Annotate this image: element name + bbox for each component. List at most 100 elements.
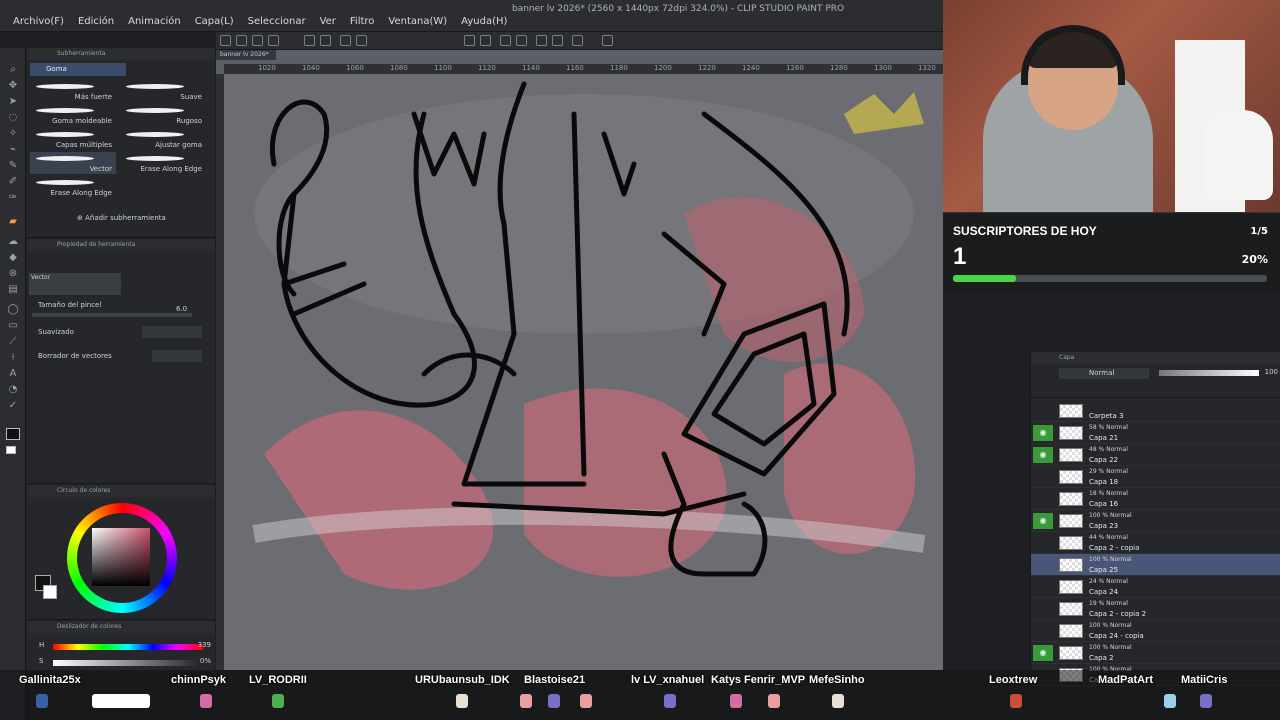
undo-icon[interactable]: [304, 35, 315, 46]
layer-row[interactable]: ◉ 100 % Normal Capa 23: [1031, 510, 1280, 532]
grid-view-icon[interactable]: [552, 35, 563, 46]
brush-item[interactable]: Suave: [120, 80, 206, 102]
subtool-group-tab[interactable]: Goma: [30, 63, 126, 76]
layer-row[interactable]: ◉ 58 % Normal Capa 21: [1031, 422, 1280, 444]
visibility-eye-icon[interactable]: ◉: [1033, 557, 1053, 573]
ruler-view-icon[interactable]: [572, 35, 583, 46]
correct-line-tool-icon[interactable]: ✓: [6, 400, 20, 412]
visibility-eye-icon[interactable]: ◉: [1033, 513, 1053, 529]
menu-seleccionar[interactable]: Seleccionar: [241, 16, 313, 27]
vector-eraser-row[interactable]: Borrador de vectores: [30, 350, 208, 362]
visibility-eye-icon[interactable]: ◉: [1033, 645, 1053, 661]
pen-tool-icon[interactable]: ✎: [6, 160, 20, 172]
fill-tool-icon[interactable]: ◆: [6, 252, 20, 264]
balloon-tool-icon[interactable]: ◔: [6, 384, 20, 396]
visibility-eye-icon[interactable]: ◉: [1033, 601, 1053, 617]
layer-row[interactable]: ◉ 29 % Normal Capa 18: [1031, 466, 1280, 488]
sub-color-icon[interactable]: [6, 446, 16, 454]
menu-capa[interactable]: Capa(L): [188, 16, 241, 27]
vector-eraser-options[interactable]: [152, 350, 202, 362]
export-icon[interactable]: [268, 35, 279, 46]
gradient-tool-icon[interactable]: ▤: [6, 284, 20, 296]
main-color-icon[interactable]: [6, 428, 20, 440]
brush-tool-icon[interactable]: ✑: [6, 192, 20, 204]
palette-icon[interactable]: [602, 35, 613, 46]
visibility-eye-icon[interactable]: ◉: [1033, 447, 1053, 463]
snap-grid-icon[interactable]: [480, 35, 491, 46]
blend-tool-icon[interactable]: ☁: [6, 236, 20, 248]
layer-row[interactable]: ◉ 19 % Normal Capa 2 - copia 2: [1031, 598, 1280, 620]
ruler-edit-icon[interactable]: ⟊: [6, 352, 20, 364]
menu-ver[interactable]: Ver: [313, 16, 343, 27]
smoothing-row[interactable]: Suavizado: [30, 326, 208, 338]
open-file-icon[interactable]: [236, 35, 247, 46]
layer-opacity-value[interactable]: 100: [1265, 368, 1278, 376]
text-tool-icon[interactable]: A: [6, 368, 20, 380]
brush-item[interactable]: Erase Along Edge: [30, 176, 116, 198]
layer-row[interactable]: ◉ 24 % Normal Capa 24: [1031, 576, 1280, 598]
smoothing-selector[interactable]: [142, 326, 202, 338]
frame-tool-icon[interactable]: ▭: [6, 320, 20, 332]
brush-size-value[interactable]: 6.0: [176, 305, 187, 313]
menu-filtro[interactable]: Filtro: [343, 16, 382, 27]
brush-item[interactable]: Erase Along Edge: [120, 152, 206, 174]
menu-ayuda[interactable]: Ayuda(H): [454, 16, 514, 27]
snap-ruler-icon[interactable]: [464, 35, 475, 46]
stamp-tool-icon[interactable]: ⊛: [6, 268, 20, 280]
background-color[interactable]: [43, 585, 57, 599]
lasso-tool-icon[interactable]: ◌: [6, 112, 20, 124]
visibility-eye-icon[interactable]: ◉: [1033, 403, 1053, 419]
artwork[interactable]: [224, 74, 943, 670]
layer-row[interactable]: ◉ 100 % Normal Capa 2: [1031, 642, 1280, 664]
menu-ventana[interactable]: Ventana(W): [381, 16, 454, 27]
brush-item[interactable]: Capas múltiples: [30, 128, 116, 150]
move-tool-icon[interactable]: ✥: [6, 80, 20, 92]
hue-value[interactable]: 339: [198, 641, 211, 649]
saturation-value[interactable]: 0%: [200, 657, 211, 665]
visibility-eye-icon[interactable]: ◉: [1033, 469, 1053, 485]
brush-item[interactable]: Más fuerte: [30, 80, 116, 102]
eraser-tool-icon[interactable]: ▰: [6, 216, 20, 228]
layer-row[interactable]: ◉ 100 % Normal Capa 24 - copia: [1031, 620, 1280, 642]
visibility-eye-icon[interactable]: ◉: [1033, 425, 1053, 441]
crop-icon[interactable]: [356, 35, 367, 46]
brush-item[interactable]: Ajustar goma: [120, 128, 206, 150]
brush-size-row[interactable]: Tamaño del pincel 6.0: [30, 301, 208, 317]
canvas-area[interactable]: banner lv 2026* 1020 1040 1060 1080 1100…: [216, 50, 943, 670]
visibility-eye-icon[interactable]: ◉: [1033, 579, 1053, 595]
ruler-tool-icon[interactable]: ⟋: [6, 336, 20, 348]
eyedropper-tool-icon[interactable]: ⌁: [6, 144, 20, 156]
layer-opacity-slider[interactable]: [1159, 370, 1259, 376]
figure-tool-icon[interactable]: ◯: [6, 304, 20, 316]
zoom-tool-icon[interactable]: ⌕: [6, 64, 20, 76]
hue-slider[interactable]: [53, 644, 203, 650]
flip-icon[interactable]: [500, 35, 511, 46]
visibility-eye-icon[interactable]: ◉: [1033, 535, 1053, 551]
menu-animacion[interactable]: Animación: [121, 16, 188, 27]
wand-tool-icon[interactable]: ✧: [6, 128, 20, 140]
save-icon[interactable]: [252, 35, 263, 46]
brush-size-slider[interactable]: [32, 313, 192, 317]
blend-mode-select[interactable]: Normal: [1059, 368, 1149, 379]
layer-row[interactable]: ◉ 18 % Normal Capa 16: [1031, 488, 1280, 510]
new-file-icon[interactable]: [220, 35, 231, 46]
pencil-tool-icon[interactable]: ✐: [6, 176, 20, 188]
menu-edicion[interactable]: Edición: [71, 16, 121, 27]
layer-row[interactable]: ◉ Carpeta 3: [1031, 400, 1280, 422]
visibility-eye-icon[interactable]: ◉: [1033, 491, 1053, 507]
layer-row[interactable]: ◉ 44 % Normal Capa 2 - copia: [1031, 532, 1280, 554]
visibility-eye-icon[interactable]: ◉: [1033, 623, 1053, 639]
hue-ring[interactable]: [67, 503, 177, 613]
layer-row[interactable]: ◉ 48 % Normal Capa 22: [1031, 444, 1280, 466]
brush-item[interactable]: Goma moldeable: [30, 104, 116, 126]
saturation-slider[interactable]: [53, 660, 203, 666]
brush-item[interactable]: Rugoso: [120, 104, 206, 126]
menu-archivo[interactable]: Archivo(F): [6, 16, 71, 27]
operation-tool-icon[interactable]: ➤: [6, 96, 20, 108]
fit-view-icon[interactable]: [536, 35, 547, 46]
add-subtool-button[interactable]: ⊕ Añadir subherramienta: [77, 214, 166, 222]
rotate-icon[interactable]: [516, 35, 527, 46]
transform-icon[interactable]: [340, 35, 351, 46]
brush-item-selected[interactable]: Vector: [30, 152, 116, 174]
saturation-square[interactable]: [92, 528, 150, 586]
